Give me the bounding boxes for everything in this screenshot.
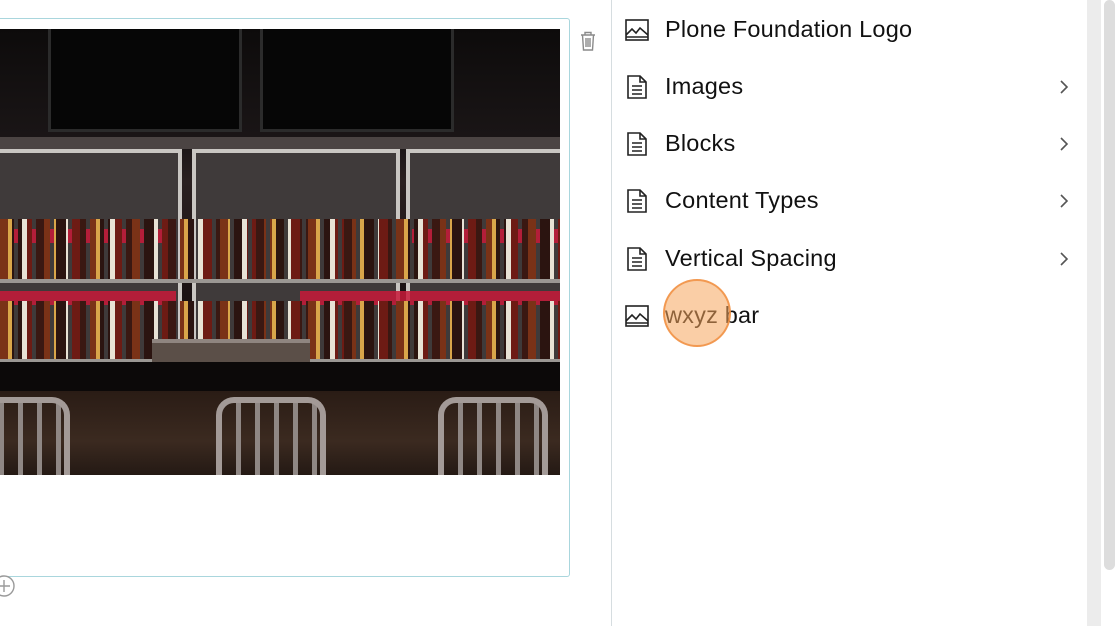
chevron-right-icon[interactable]: [1057, 249, 1071, 269]
browser-item-plone-foundation-logo[interactable]: Plone Foundation Logo: [612, 1, 1088, 58]
browser-item-label: Content Types: [665, 187, 819, 213]
tv-screen: [260, 29, 454, 132]
browser-item-images[interactable]: Images: [612, 58, 1088, 115]
image-icon: [625, 18, 649, 41]
document-icon: [627, 74, 647, 99]
browser-item-wxyz-bar[interactable]: wxyz bar: [612, 287, 1088, 344]
bar-counter: [0, 362, 560, 392]
scroll-track: [1087, 0, 1101, 626]
bar-stool: [438, 397, 548, 475]
chevron-right-icon[interactable]: [1057, 134, 1071, 154]
image-icon: [625, 304, 649, 327]
scroll-thumb[interactable]: [1104, 0, 1115, 570]
sidebar-scrollbar[interactable]: [1087, 0, 1120, 626]
chevron-right-icon[interactable]: [1057, 191, 1071, 211]
tv-screen: [48, 29, 242, 132]
document-icon: [627, 131, 647, 156]
chevron-right-icon[interactable]: [1057, 77, 1071, 97]
browser-item-content-types[interactable]: Content Types: [612, 172, 1088, 229]
object-browser-sidebar: Plone Foundation Logo Images Blocks Cont…: [611, 0, 1087, 626]
browser-item-vertical-spacing[interactable]: Vertical Spacing: [612, 230, 1088, 287]
plus-circle-icon[interactable]: [0, 574, 16, 598]
bottle-row: [0, 219, 560, 279]
document-icon: [627, 246, 647, 271]
browser-item-label: Plone Foundation Logo: [665, 16, 913, 42]
browser-item-label: Images: [665, 73, 744, 99]
shelf: [0, 279, 560, 283]
document-icon: [627, 188, 647, 213]
trash-icon[interactable]: [578, 30, 598, 52]
browser-item-label: Blocks: [665, 130, 736, 156]
browser-item-blocks[interactable]: Blocks: [612, 115, 1088, 172]
browser-item-label: wxyz bar: [665, 302, 760, 328]
browser-item-label: Vertical Spacing: [665, 245, 837, 271]
ceiling-beam: [0, 137, 560, 149]
bar-stool: [216, 397, 326, 475]
bar-stool: [0, 397, 70, 475]
bar-photo[interactable]: [0, 29, 560, 475]
